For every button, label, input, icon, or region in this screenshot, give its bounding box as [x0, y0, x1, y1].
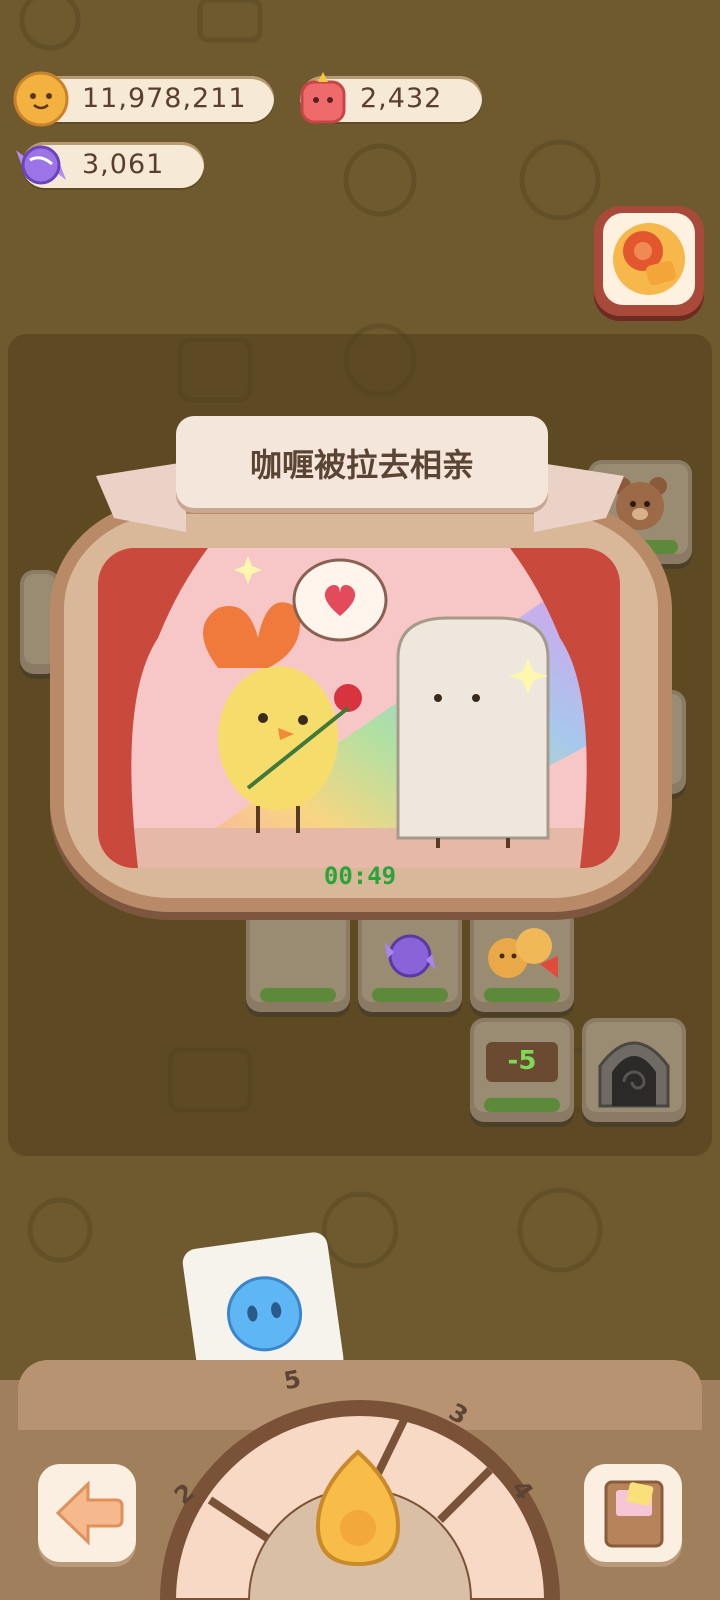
boost-icon: [613, 223, 685, 295]
board-tile[interactable]: -5: [470, 1018, 574, 1122]
board-tile[interactable]: [358, 908, 462, 1012]
sign-value: -5: [507, 1046, 537, 1076]
candy-item-icon: [384, 934, 436, 978]
board-tile[interactable]: [470, 908, 574, 1012]
cookie-pair-icon: [488, 928, 558, 978]
gummy-gem-icon: [300, 72, 346, 124]
album-icon: [604, 1480, 664, 1548]
boost-button[interactable]: [594, 206, 704, 316]
gem-count: 2,432: [360, 83, 443, 114]
event-illustration: [98, 548, 620, 868]
candy-icon: [16, 145, 66, 185]
egg-icon[interactable]: [310, 1448, 406, 1568]
back-button[interactable]: [38, 1464, 136, 1562]
album-button[interactable]: [584, 1464, 682, 1562]
cave-icon: [598, 1041, 670, 1108]
event-timer: 00:49: [323, 862, 397, 890]
board-tile[interactable]: [582, 1018, 686, 1122]
event-stage: [98, 548, 620, 868]
coin-count: 11,978,211: [82, 83, 247, 114]
candy-count: 3,061: [82, 149, 165, 180]
event-title: 咖喱被拉去相亲: [249, 446, 474, 484]
cookie-coin-icon: [13, 71, 69, 127]
board-tile[interactable]: [246, 908, 350, 1012]
back-arrow-icon: [55, 1480, 124, 1546]
